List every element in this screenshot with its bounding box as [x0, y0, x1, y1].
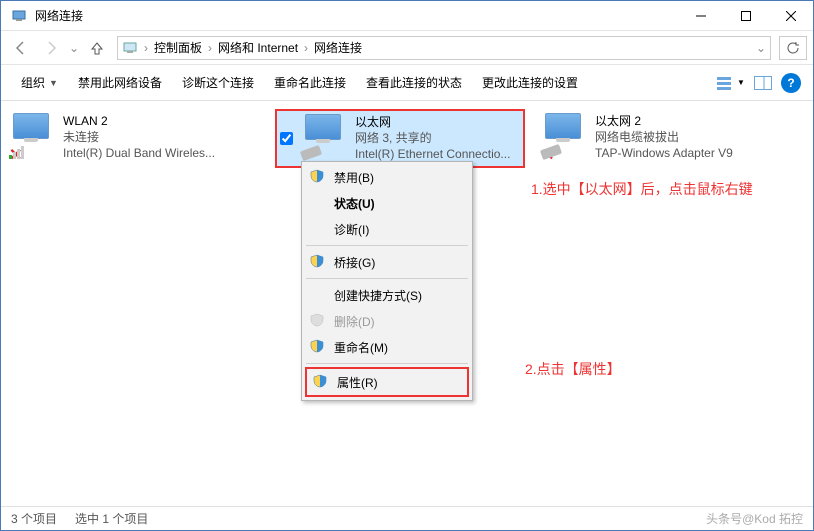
- chevron-right-icon: ›: [304, 41, 308, 55]
- adapter-name: WLAN 2: [63, 113, 215, 129]
- preview-pane-button[interactable]: [749, 71, 777, 95]
- cm-create-shortcut[interactable]: 创建快捷方式(S): [304, 282, 470, 308]
- cm-properties[interactable]: 属性(R): [307, 369, 467, 395]
- adapter-checkbox[interactable]: [280, 132, 293, 145]
- watermark: 头条号@Kod 拓控: [706, 510, 803, 527]
- cm-status[interactable]: 状态(U): [304, 190, 470, 216]
- ethernet2-icon: ✕: [545, 113, 587, 155]
- chevron-right-icon: ›: [208, 41, 212, 55]
- adapter-status: 网络 3, 共享的: [355, 130, 510, 146]
- cm-disable[interactable]: 禁用(B): [304, 164, 470, 190]
- refresh-button[interactable]: [779, 36, 807, 60]
- context-menu: 禁用(B) 状态(U) 诊断(I) 桥接(G) 创建快捷方式(S) 删除(D) …: [301, 161, 473, 401]
- changesettings-label: 更改此连接的设置: [482, 74, 578, 91]
- disable-label: 禁用此网络设备: [78, 74, 162, 91]
- wlan-icon: ✕: [13, 113, 55, 155]
- shield-icon: [310, 169, 326, 185]
- cm-label: 诊断(I): [334, 221, 369, 238]
- change-settings-button[interactable]: 更改此连接的设置: [474, 70, 586, 95]
- adapter-device: Intel(R) Dual Band Wireles...: [63, 145, 215, 161]
- navbar: ⌄ › 控制面板 › 网络和 Internet › 网络连接 ⌄: [1, 31, 813, 65]
- content-area: ✕ WLAN 2 未连接 Intel(R) Dual Band Wireles.…: [1, 101, 813, 506]
- adapter-ethernet[interactable]: 以太网 网络 3, 共享的 Intel(R) Ethernet Connecti…: [275, 109, 525, 168]
- adapter-name: 以太网 2: [595, 113, 733, 129]
- rename-button[interactable]: 重命名此连接: [266, 70, 354, 95]
- viewstatus-label: 查看此连接的状态: [366, 74, 462, 91]
- up-button[interactable]: [83, 35, 111, 61]
- cm-rename[interactable]: 重命名(M): [304, 334, 470, 360]
- wifi-signal-icon: [9, 146, 24, 159]
- view-options-button[interactable]: ▼: [717, 71, 745, 95]
- adapter-wlan2[interactable]: ✕ WLAN 2 未连接 Intel(R) Dual Band Wireles.…: [9, 109, 259, 168]
- cm-label: 桥接(G): [334, 254, 375, 271]
- disable-device-button[interactable]: 禁用此网络设备: [70, 70, 170, 95]
- chevron-down-icon[interactable]: ⌄: [756, 41, 766, 55]
- shield-icon: [310, 313, 326, 329]
- cm-label: 删除(D): [334, 313, 375, 330]
- rename-label: 重命名此连接: [274, 74, 346, 91]
- breadcrumb-network-connections[interactable]: 网络连接: [314, 39, 362, 56]
- forward-button[interactable]: [37, 35, 65, 61]
- annotation-1: 1.选中【以太网】后，点击鼠标右键: [531, 179, 753, 199]
- maximize-button[interactable]: [723, 1, 768, 31]
- cm-delete: 删除(D): [304, 308, 470, 334]
- address-bar[interactable]: › 控制面板 › 网络和 Internet › 网络连接 ⌄: [117, 36, 771, 60]
- back-button[interactable]: [7, 35, 35, 61]
- adapter-name: 以太网: [355, 114, 510, 130]
- cm-label: 禁用(B): [334, 169, 374, 186]
- breadcrumb-network-internet[interactable]: 网络和 Internet: [218, 39, 298, 56]
- organize-menu[interactable]: 组织▼: [13, 70, 66, 95]
- view-status-button[interactable]: 查看此连接的状态: [358, 70, 470, 95]
- chevron-right-icon: ›: [144, 41, 148, 55]
- cm-diagnose[interactable]: 诊断(I): [304, 216, 470, 242]
- cm-label: 创建快捷方式(S): [334, 287, 422, 304]
- titlebar: 网络连接: [1, 1, 813, 31]
- organize-label: 组织: [21, 74, 45, 91]
- item-count: 3 个项目: [11, 510, 57, 527]
- cm-label: 属性(R): [337, 374, 378, 391]
- cable-icon: [300, 145, 322, 161]
- adapter-ethernet2[interactable]: ✕ 以太网 2 网络电缆被拔出 TAP-Windows Adapter V9: [541, 109, 791, 168]
- adapter-status: 网络电缆被拔出: [595, 129, 733, 145]
- menu-separator: [306, 245, 468, 246]
- diagnose-button[interactable]: 诊断这个连接: [174, 70, 262, 95]
- history-dropdown[interactable]: ⌄: [67, 41, 81, 55]
- app-icon: [9, 6, 29, 26]
- adapter-status: 未连接: [63, 129, 215, 145]
- shield-icon: [310, 339, 326, 355]
- shield-icon: [313, 374, 329, 390]
- shield-icon: [310, 254, 326, 270]
- close-button[interactable]: [768, 1, 813, 31]
- adapter-device: TAP-Windows Adapter V9: [595, 145, 733, 161]
- address-icon: [122, 40, 138, 56]
- ethernet-icon: [305, 114, 347, 156]
- toolbar: 组织▼ 禁用此网络设备 诊断这个连接 重命名此连接 查看此连接的状态 更改此连接…: [1, 65, 813, 101]
- annotation-2: 2.点击【属性】: [525, 359, 621, 379]
- cm-bridge[interactable]: 桥接(G): [304, 249, 470, 275]
- menu-separator: [306, 278, 468, 279]
- window-title: 网络连接: [35, 7, 678, 24]
- diagnose-label: 诊断这个连接: [182, 74, 254, 91]
- selected-count: 选中 1 个项目: [75, 510, 148, 527]
- cm-label: 状态(U): [334, 195, 375, 212]
- cm-label: 重命名(M): [334, 339, 388, 356]
- menu-separator: [306, 363, 468, 364]
- statusbar: 3 个项目 选中 1 个项目 头条号@Kod 拓控: [1, 506, 813, 530]
- breadcrumb-control-panel[interactable]: 控制面板: [154, 39, 202, 56]
- minimize-button[interactable]: [678, 1, 723, 31]
- help-button[interactable]: ?: [781, 73, 801, 93]
